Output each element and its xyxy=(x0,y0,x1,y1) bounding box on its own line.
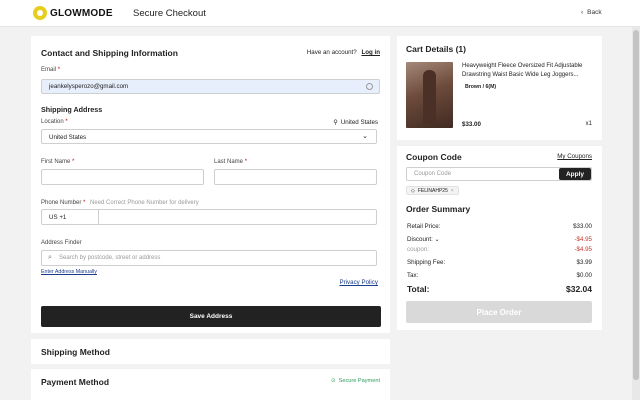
applied-coupon-tag: ◇ FELINAHP25 × xyxy=(406,186,459,195)
secure-payment-badge: ⊙ Secure Payment xyxy=(330,378,380,384)
summary-row-shipping: Shipping Fee: $3.99 xyxy=(407,259,592,266)
coupon-placeholder: Coupon Code xyxy=(414,171,452,177)
summary-row-total: Total: $32.04 xyxy=(407,284,592,294)
chevron-down-icon: ⌄ xyxy=(362,133,368,140)
address-search-input[interactable]: ⌕ Search by postcode, street or address xyxy=(41,250,377,266)
location-badge: ⚲ United States xyxy=(333,119,378,126)
place-order-button[interactable]: Place Order xyxy=(406,301,592,323)
back-label: Back xyxy=(587,9,602,16)
address-finder-label: Address Finder xyxy=(41,240,82,246)
product-thumbnail[interactable] xyxy=(406,62,453,128)
product-price: $33.00 xyxy=(462,121,481,128)
product-image-figure xyxy=(423,70,436,124)
shipping-address-title: Shipping Address xyxy=(41,105,103,114)
phone-field[interactable]: US +1 xyxy=(41,209,377,225)
chevron-down-icon: ⌄ xyxy=(434,237,440,243)
apply-coupon-button[interactable]: Apply xyxy=(559,168,591,180)
product-name[interactable]: Heavyweight Fleece Oversized Fit Adjusta… xyxy=(462,62,592,80)
product-variant: Brown / 6(M) xyxy=(465,84,497,90)
phone-hint: Need Correct Phone Number for delivery xyxy=(90,200,199,206)
tag-icon: ◇ xyxy=(411,187,415,194)
summary-row-tax: Tax: $0.00 xyxy=(407,272,592,279)
privacy-policy-link[interactable]: Privacy Policy xyxy=(339,279,378,286)
country-select[interactable]: United States ⌄ xyxy=(41,129,377,144)
top-bar: GLOWMODE Secure Checkout ‹ Back xyxy=(0,0,640,27)
cart-card: Cart Details (1) Heavyweight Fleece Over… xyxy=(397,36,602,140)
coupon-title: Coupon Code xyxy=(406,152,462,162)
summary-row-discount[interactable]: Discount: ⌄ -$4.95 xyxy=(407,236,592,243)
brand-name: GLOWMODE xyxy=(50,7,113,19)
payment-method-title: Payment Method xyxy=(41,377,110,387)
phone-prefix[interactable]: US +1 xyxy=(49,214,66,221)
autofill-icon[interactable] xyxy=(366,83,373,90)
scrollbar-thumb[interactable] xyxy=(633,30,639,380)
phone-label: Phone Number * Need Correct Phone Number… xyxy=(41,200,199,206)
email-label: Email * xyxy=(41,67,61,73)
order-summary-title: Order Summary xyxy=(406,204,471,214)
shield-check-icon: ⊙ xyxy=(330,378,336,384)
login-prompt: Have an account? Log in xyxy=(307,49,380,56)
summary-row-coupon: coupon: -$4.95 xyxy=(407,246,592,253)
first-name-label: First Name * xyxy=(41,159,75,165)
chevron-left-icon: ‹ xyxy=(581,9,584,16)
have-account-text: Have an account? xyxy=(306,49,357,56)
shipping-method-title: Shipping Method xyxy=(41,347,110,357)
search-icon: ⌕ xyxy=(48,254,52,261)
my-coupons-link[interactable]: My Coupons xyxy=(557,153,592,160)
enter-address-manually-link[interactable]: Enter Address Manually xyxy=(41,269,97,275)
brand-logo[interactable]: GLOWMODE xyxy=(33,6,113,20)
country-value: United States xyxy=(49,134,87,141)
summary-row-retail: Retail Price: $33.00 xyxy=(407,223,592,230)
coupon-summary-card: Coupon Code My Coupons Coupon Code Apply… xyxy=(397,146,602,330)
shipping-method-card[interactable]: Shipping Method xyxy=(31,339,390,364)
logo-mark-icon xyxy=(33,6,47,20)
location-pin-icon: ⚲ xyxy=(333,119,338,126)
login-link[interactable]: Log in xyxy=(361,49,380,56)
last-name-label: Last Name * xyxy=(214,159,248,165)
first-name-field[interactable] xyxy=(41,169,204,185)
payment-method-card[interactable]: Payment Method ⊙ Secure Payment xyxy=(31,369,390,400)
phone-divider xyxy=(98,210,99,224)
contact-shipping-card: Contact and Shipping Information Have an… xyxy=(31,36,390,333)
remove-coupon-icon[interactable]: × xyxy=(451,188,454,194)
save-address-button[interactable]: Save Address xyxy=(41,306,381,327)
last-name-field[interactable] xyxy=(214,169,377,185)
email-value: jeankelysperozo@gmail.com xyxy=(49,83,129,90)
contact-section-title: Contact and Shipping Information xyxy=(41,48,178,58)
email-field[interactable]: jeankelysperozo@gmail.com xyxy=(41,79,380,94)
location-label: Location * xyxy=(41,119,68,125)
address-placeholder: Search by postcode, street or address xyxy=(59,255,161,261)
page-title: Secure Checkout xyxy=(133,8,206,19)
back-button[interactable]: ‹ Back xyxy=(581,9,602,16)
product-quantity: x1 xyxy=(585,121,592,127)
cart-title: Cart Details (1) xyxy=(406,44,466,54)
